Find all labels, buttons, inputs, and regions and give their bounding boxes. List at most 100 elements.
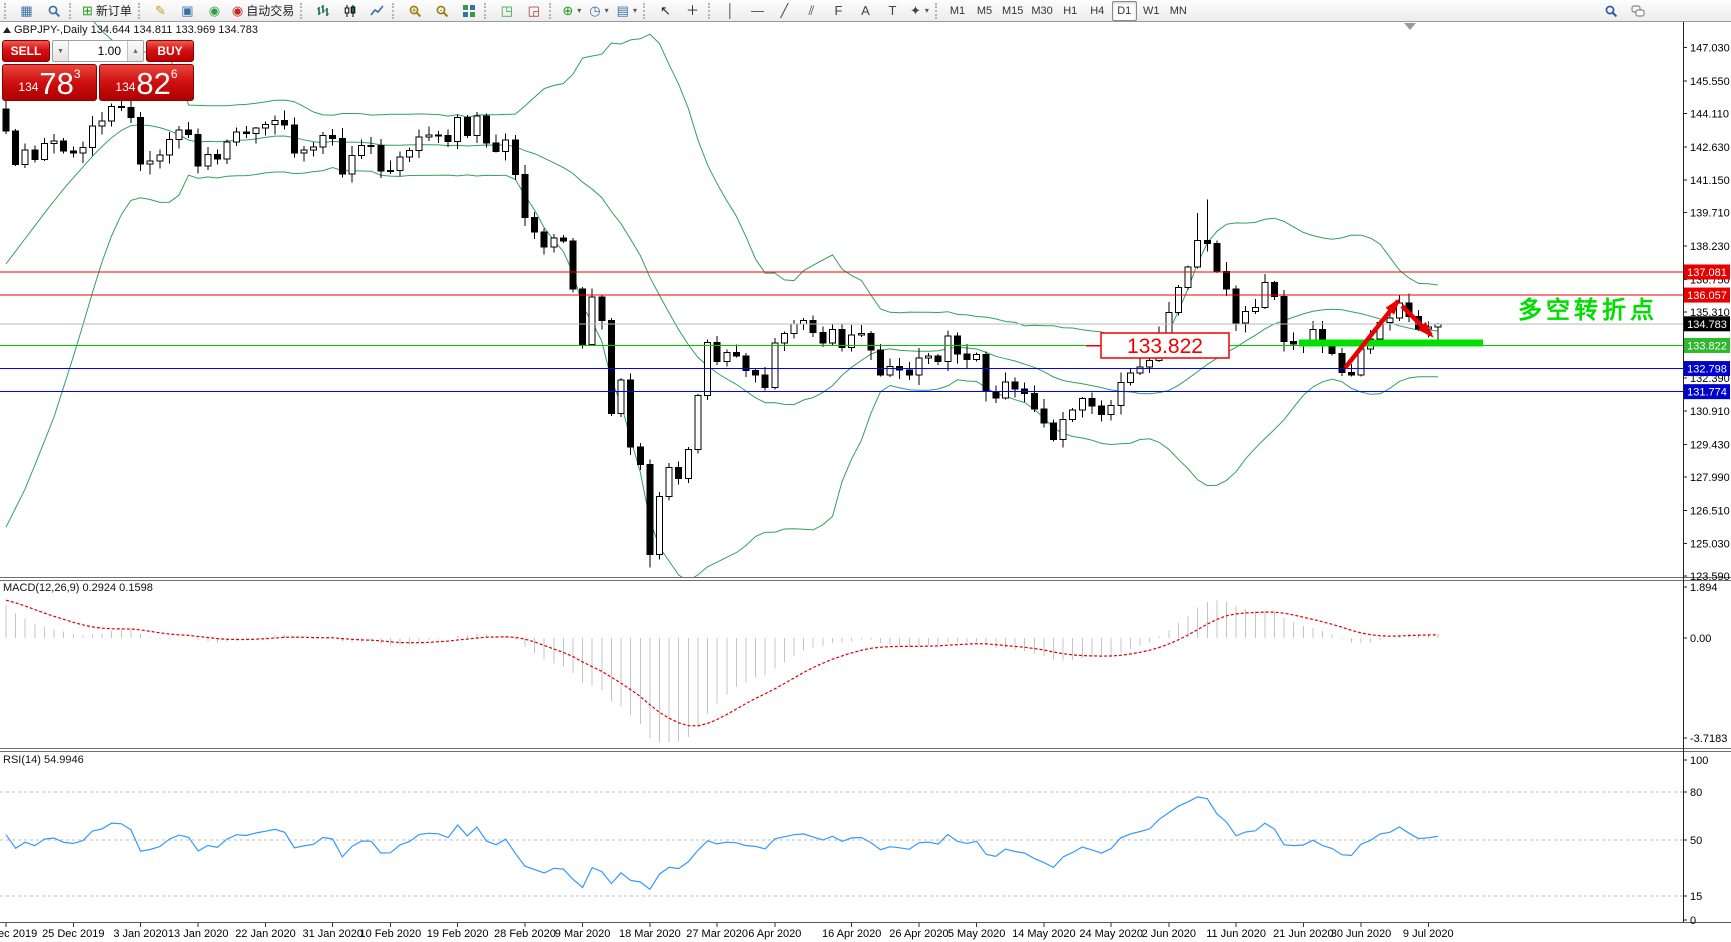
horizontal-line-icon: — [750, 3, 764, 18]
svg-text:10 Feb 2020: 10 Feb 2020 [360, 928, 422, 940]
svg-text:136.057: 136.057 [1687, 290, 1727, 302]
search-button[interactable] [1598, 1, 1623, 21]
line-chart-button[interactable] [364, 1, 389, 21]
templates-button[interactable]: ▤ ▾ [614, 1, 640, 21]
svg-text:132.798: 132.798 [1687, 364, 1727, 376]
buy-price-button[interactable]: 134 82 6 [99, 64, 194, 101]
svg-text:137.081: 137.081 [1687, 267, 1727, 279]
toolbar-grip [69, 2, 76, 19]
align-chart-icon: ◲ [527, 3, 540, 18]
svg-text:134.783: 134.783 [1687, 319, 1727, 331]
chat-button[interactable] [1625, 1, 1650, 21]
toolbar: ▦ ⊞ 新订单 ✎ ▣ ◉ ◉ 自动交易 + - ◳ ◲ ⊕ ▾ ◷ ▾ ▤ ▾ ↖ ＋ │ — ╱ ⫽ F A T ✦ ▾ M1 M5 M1… [0, 0, 1731, 22]
timeframe-button-M30[interactable]: M30 [1028, 1, 1055, 21]
zoom-in-icon: + [409, 5, 421, 17]
chart-canvas[interactable]: 133.822 多空转折点 147.030 145.550 144.110 142.630… [0, 0, 1731, 942]
toolbar-grip [137, 2, 145, 19]
svg-text:126.510: 126.510 [1690, 505, 1730, 517]
svg-text:18 Mar 2020: 18 Mar 2020 [619, 928, 681, 940]
chevron-down-icon[interactable]: ▾ [925, 6, 929, 15]
svg-text:138.230: 138.230 [1690, 241, 1730, 253]
toolbar-grip [707, 2, 715, 19]
toolbar-grip [642, 2, 650, 19]
timeframe-button-W1[interactable]: W1 [1139, 1, 1164, 21]
timeframe-button-M1[interactable]: M1 [945, 1, 970, 21]
align-chart-button[interactable]: ◲ [521, 1, 546, 21]
sell-price-button[interactable]: 134 78 3 [2, 64, 97, 101]
svg-text:2 Jun 2020: 2 Jun 2020 [1142, 928, 1196, 940]
cn-annotation-text: 多空转折点 [1518, 296, 1658, 324]
sell-button[interactable]: SELL [2, 40, 50, 62]
trendline-button[interactable]: ╱ [772, 1, 797, 21]
fibonacci-button[interactable]: F [826, 1, 851, 21]
chevron-down-icon[interactable]: ▾ [633, 6, 637, 15]
text-label-button[interactable]: T [880, 1, 905, 21]
new-order-icon: ⊞ [82, 3, 93, 18]
shapes-icon: ✦ [909, 3, 921, 18]
toolbar-grip [549, 2, 556, 19]
candlestick-button[interactable] [337, 1, 362, 21]
volume-value[interactable]: 1.00 [69, 41, 127, 61]
toolbar-grip [392, 2, 399, 19]
chevron-down-icon[interactable]: ▾ [605, 6, 609, 15]
one-click-toggle-icon[interactable] [3, 27, 11, 33]
svg-text:21 Jun 2020: 21 Jun 2020 [1273, 928, 1334, 940]
zoom-out-button[interactable]: - [429, 1, 454, 21]
profiles-button[interactable] [41, 1, 66, 21]
shapes-button[interactable]: ✦ ▾ [907, 1, 932, 21]
timeframe-button-H4[interactable]: H4 [1085, 1, 1110, 21]
sell-price-prefix: 134 [18, 80, 39, 94]
svg-text:139.710: 139.710 [1690, 208, 1730, 220]
one-click-trading-panel: SELL ▼ 1.00 ▲ BUY 134 78 3 134 82 6 [2, 40, 194, 101]
timeframe-button-D1[interactable]: D1 [1111, 0, 1137, 21]
zoom-in-button[interactable]: + [402, 1, 427, 21]
line-chart-icon [370, 4, 384, 15]
equidistant-channel-icon: ⫽ [808, 3, 815, 18]
rsi-label: RSI(14) 54.9946 [3, 754, 84, 766]
volume-stepper: ▼ 1.00 ▲ [52, 40, 144, 62]
timeframe-button-M5[interactable]: M5 [972, 1, 997, 21]
indicators-button[interactable]: ⊕ ▾ [559, 1, 584, 21]
price-tag-133822[interactable]: 133.822 [1100, 332, 1230, 359]
vertical-line-button[interactable]: │ [718, 1, 743, 21]
svg-text:16 Apr 2020: 16 Apr 2020 [822, 928, 881, 940]
volume-down-icon[interactable]: ▼ [53, 41, 69, 61]
auto-arrange-button[interactable]: ◳ [494, 1, 519, 21]
volume-up-icon[interactable]: ▲ [127, 41, 143, 61]
cursor-button[interactable]: ↖ [653, 1, 678, 21]
timeframe-button-M15[interactable]: M15 [999, 1, 1026, 21]
metaeditor-icon: ✎ [154, 3, 166, 18]
text-button[interactable]: A [853, 1, 878, 21]
svg-text:25 Dec 2019: 25 Dec 2019 [42, 928, 104, 940]
terminal-icon: ▣ [181, 3, 194, 18]
svg-text:50: 50 [1690, 835, 1702, 847]
news-button[interactable]: ◉ [202, 1, 227, 21]
svg-text:27 Mar 2020: 27 Mar 2020 [686, 928, 748, 940]
buy-button[interactable]: BUY [146, 40, 194, 62]
svg-text:22 Jan 2020: 22 Jan 2020 [235, 928, 296, 940]
toolbar-grip [934, 2, 942, 19]
toolbar-grip [300, 2, 307, 19]
horizontal-line-button[interactable]: — [745, 1, 770, 21]
periods-button[interactable]: ◷ ▾ [586, 1, 611, 21]
periods-icon: ◷ [589, 3, 601, 18]
indicators-icon: ⊕ [562, 3, 574, 18]
svg-text:100: 100 [1690, 755, 1708, 767]
tile-windows-button[interactable] [456, 1, 481, 21]
timeframe-button-MN[interactable]: MN [1166, 1, 1191, 21]
buy-price-pip: 6 [170, 67, 178, 81]
trendline-icon: ╱ [780, 3, 789, 18]
equidistant-channel-button[interactable]: ⫽ [799, 1, 824, 21]
new-chart-button[interactable]: ▦ [14, 1, 39, 21]
timeframe-button-H1[interactable]: H1 [1058, 1, 1083, 21]
sell-price-main: 78 [39, 66, 74, 101]
new-order-button[interactable]: ⊞ 新订单 [79, 1, 135, 21]
terminal-button[interactable]: ▣ [175, 1, 200, 21]
autotrading-button[interactable]: ◉ 自动交易 [229, 1, 297, 21]
bar-chart-button[interactable] [310, 1, 335, 21]
fibonacci-icon: F [834, 3, 843, 18]
crosshair-button[interactable]: ＋ [680, 1, 705, 21]
svg-text:-3.7183: -3.7183 [1690, 733, 1727, 745]
chevron-down-icon[interactable]: ▾ [577, 6, 581, 15]
metaeditor-button[interactable]: ✎ [148, 1, 173, 21]
